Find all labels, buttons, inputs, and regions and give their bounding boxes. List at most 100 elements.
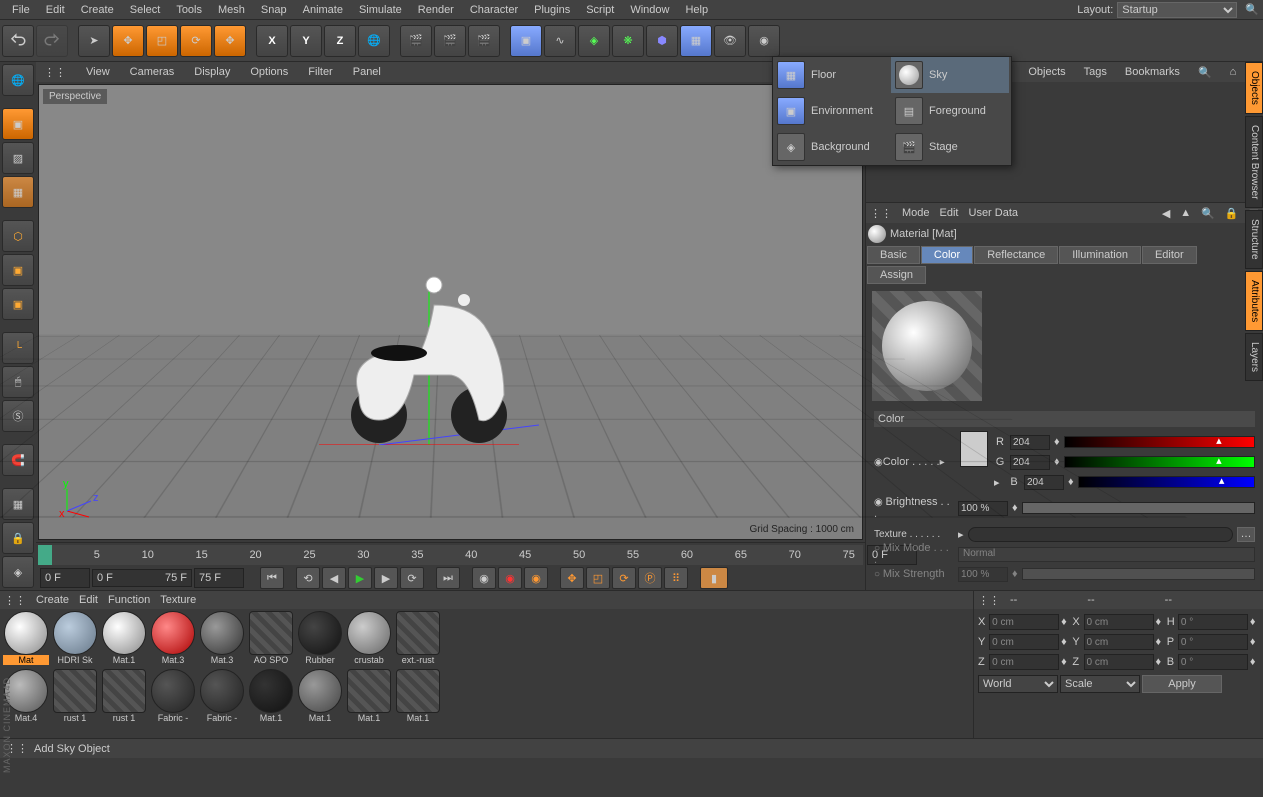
- texture-arrow-icon[interactable]: ▸: [958, 528, 964, 541]
- deformer-button[interactable]: ❋: [612, 25, 644, 57]
- menu-create[interactable]: Create: [73, 1, 122, 19]
- next-key-button[interactable]: ⟳: [400, 567, 424, 589]
- timeline-ruler[interactable]: 051015202530354045505560657075: [38, 545, 863, 565]
- obj-menu-tags[interactable]: Tags: [1080, 64, 1111, 80]
- scale-tool[interactable]: ◰: [146, 25, 178, 57]
- flyout-floor[interactable]: ▦Floor: [773, 57, 891, 93]
- attr-up-icon[interactable]: ▲: [1180, 207, 1191, 219]
- brightness-slider[interactable]: [1022, 502, 1255, 514]
- tab-editor[interactable]: Editor: [1142, 246, 1197, 264]
- attr-grip-icon[interactable]: ⋮⋮: [870, 207, 892, 220]
- record-button[interactable]: ◉: [472, 567, 496, 589]
- flyout-environment[interactable]: ▣Environment: [773, 93, 891, 129]
- key-param-button[interactable]: Ⓟ: [638, 567, 662, 589]
- tab-color[interactable]: Color: [921, 246, 973, 264]
- material-item[interactable]: AO SPO: [247, 611, 295, 665]
- menu-tools[interactable]: Tools: [168, 1, 210, 19]
- attr-menu-userdata[interactable]: User Data: [969, 207, 1019, 219]
- viewport-menu-panel[interactable]: Panel: [349, 64, 385, 80]
- material-item[interactable]: HDRI Sk: [51, 611, 99, 665]
- model-mode[interactable]: ▣: [2, 108, 34, 140]
- render-view-button[interactable]: 🎬: [400, 25, 432, 57]
- material-item[interactable]: Mat.1: [296, 669, 344, 723]
- undo-button[interactable]: [2, 25, 34, 57]
- autokey-button[interactable]: ◉: [498, 567, 522, 589]
- menu-character[interactable]: Character: [462, 1, 526, 19]
- flyout-stage[interactable]: 🎬Stage: [891, 129, 1009, 165]
- texture-browse-button[interactable]: …: [1237, 527, 1255, 542]
- menu-animate[interactable]: Animate: [295, 1, 351, 19]
- timeline-playhead[interactable]: [38, 545, 52, 565]
- tab-illumination[interactable]: Illumination: [1059, 246, 1141, 264]
- spline-button[interactable]: ∿: [544, 25, 576, 57]
- prev-key-button[interactable]: ⟲: [296, 567, 320, 589]
- key-rotate-button[interactable]: ⟳: [612, 567, 636, 589]
- side-tab-objects[interactable]: Objects: [1245, 62, 1263, 114]
- y-pos[interactable]: [989, 634, 1059, 650]
- attr-lock-icon[interactable]: 🔒: [1225, 207, 1239, 220]
- side-tab-structure[interactable]: Structure: [1245, 210, 1263, 269]
- material-item[interactable]: rust 1: [51, 669, 99, 723]
- g-slider[interactable]: ▴: [1064, 456, 1255, 468]
- environment-button[interactable]: ⬢: [646, 25, 678, 57]
- flyout-foreground[interactable]: ▤Foreground: [891, 93, 1009, 129]
- align-button[interactable]: ◈: [2, 556, 34, 588]
- material-item[interactable]: ext.-rust: [394, 611, 442, 665]
- coord-world-select[interactable]: World: [978, 675, 1058, 693]
- prev-frame-button[interactable]: ◀: [322, 567, 346, 589]
- z-pos[interactable]: [989, 654, 1059, 670]
- material-item[interactable]: rust 1: [100, 669, 148, 723]
- attr-menu-edit[interactable]: Edit: [940, 207, 959, 219]
- menu-file[interactable]: File: [4, 1, 38, 19]
- scooter-model[interactable]: [319, 225, 539, 445]
- render-active-button[interactable]: 🎬: [468, 25, 500, 57]
- x-pos[interactable]: [989, 614, 1059, 630]
- menu-simulate[interactable]: Simulate: [351, 1, 410, 19]
- move-tool[interactable]: ✥: [112, 25, 144, 57]
- p-rot[interactable]: [1178, 634, 1248, 650]
- y-axis-button[interactable]: Y: [290, 25, 322, 57]
- transform-tool[interactable]: ✥: [214, 25, 246, 57]
- 3d-viewport[interactable]: Perspective y x z Grid Spacing : 1000: [38, 84, 863, 540]
- mixmode-select[interactable]: Normal: [958, 547, 1255, 562]
- mat-grip-icon[interactable]: ⋮⋮: [4, 594, 26, 607]
- coord-scale-select[interactable]: Scale: [1060, 675, 1140, 693]
- menu-mesh[interactable]: Mesh: [210, 1, 253, 19]
- generator-button[interactable]: ◈: [578, 25, 610, 57]
- range-start[interactable]: [40, 568, 90, 588]
- polygon-mode[interactable]: ▣: [2, 288, 34, 320]
- attr-menu-mode[interactable]: Mode: [902, 207, 930, 219]
- coord-apply-button[interactable]: Apply: [1142, 675, 1222, 693]
- key-scale-button[interactable]: ◰: [586, 567, 610, 589]
- menu-snap[interactable]: Snap: [253, 1, 295, 19]
- redo-button[interactable]: [36, 25, 68, 57]
- viewport-menu-view[interactable]: View: [82, 64, 114, 80]
- key-move-button[interactable]: ✥: [560, 567, 584, 589]
- menu-help[interactable]: Help: [677, 1, 716, 19]
- attr-search-icon[interactable]: 🔍: [1201, 207, 1215, 220]
- range-end[interactable]: [194, 568, 244, 588]
- flyout-sky[interactable]: Sky: [891, 57, 1009, 93]
- menu-plugins[interactable]: Plugins: [526, 1, 578, 19]
- h-rot[interactable]: [1178, 614, 1248, 630]
- goto-end-button[interactable]: ⏭: [436, 567, 460, 589]
- attr-back-icon[interactable]: ◀: [1162, 207, 1170, 220]
- coord-grip-icon[interactable]: ⋮⋮: [978, 594, 1000, 607]
- z-axis-button[interactable]: Z: [324, 25, 356, 57]
- range-slider[interactable]: 0 F 75 F: [92, 569, 192, 587]
- side-tab-attributes[interactable]: Attributes: [1245, 271, 1263, 331]
- tab-reflectance[interactable]: Reflectance: [974, 246, 1058, 264]
- texture-mode[interactable]: ▨: [2, 142, 34, 174]
- x-size[interactable]: [1084, 614, 1154, 630]
- material-item[interactable]: crustab: [345, 611, 393, 665]
- menu-render[interactable]: Render: [410, 1, 462, 19]
- mixstrength-slider[interactable]: [1022, 568, 1255, 580]
- select-tool[interactable]: ➤: [78, 25, 110, 57]
- mat-menu-edit[interactable]: Edit: [79, 594, 98, 606]
- workplane-mode[interactable]: ▦: [2, 176, 34, 208]
- menu-select[interactable]: Select: [122, 1, 169, 19]
- coord-system-button[interactable]: 🌐: [358, 25, 390, 57]
- material-item[interactable]: Mat.1: [394, 669, 442, 723]
- z-size[interactable]: [1084, 654, 1154, 670]
- light-button[interactable]: ◉: [748, 25, 780, 57]
